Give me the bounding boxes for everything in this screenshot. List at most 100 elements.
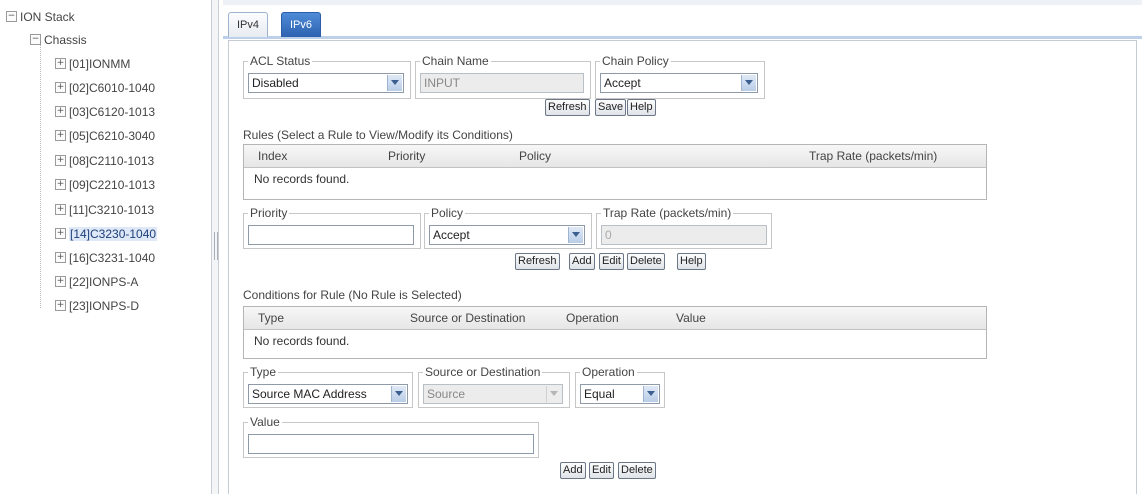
expand-icon[interactable]: + — [55, 300, 66, 312]
conditions-edit-button[interactable]: Edit — [589, 462, 614, 479]
chevron-down-icon — [546, 386, 561, 402]
conditions-empty-message: No records found. — [254, 334, 350, 348]
expand-icon[interactable]: + — [55, 155, 66, 167]
rules-empty-message: No records found. — [254, 172, 350, 186]
rule-trap-rate-input: 0 — [601, 225, 767, 245]
rule-trap-rate-label: Trap Rate (packets/min) — [601, 206, 734, 220]
column-source-destination[interactable]: Source or Destination — [410, 307, 525, 329]
tree-item[interactable]: + [22]IONPS-A — [55, 273, 138, 289]
rule-policy-label: Policy — [429, 206, 466, 220]
condition-value-label: Value — [248, 415, 282, 429]
acl-help-button[interactable]: Help — [627, 99, 656, 116]
rules-delete-button[interactable]: Delete — [627, 253, 665, 270]
condition-operation-select[interactable]: Equal — [580, 384, 660, 404]
tree-node-chassis[interactable]: − Chassis — [30, 31, 87, 47]
expand-icon[interactable]: + — [55, 252, 66, 264]
rule-policy-value: Accept — [433, 228, 470, 242]
expand-icon[interactable]: + — [55, 130, 66, 142]
chain-name-label: Chain Name — [420, 54, 491, 68]
rules-add-button[interactable]: Add — [569, 253, 595, 270]
column-index[interactable]: Index — [258, 145, 287, 167]
expand-icon[interactable]: + — [55, 228, 66, 240]
column-policy[interactable]: Policy — [519, 145, 551, 167]
rules-help-button[interactable]: Help — [677, 253, 706, 270]
expand-icon[interactable]: + — [55, 204, 66, 216]
column-trap-rate[interactable]: Trap Rate (packets/min) — [809, 145, 937, 167]
collapse-icon[interactable]: − — [30, 34, 41, 46]
conditions-table[interactable]: Type Source or Destination Operation Val… — [243, 306, 987, 359]
rule-trap-rate-group: Trap Rate (packets/min) 0 — [596, 206, 772, 249]
rules-edit-button[interactable]: Edit — [599, 253, 624, 270]
top-strip — [223, 0, 1142, 5]
tree-item-label: [01]IONMM — [69, 56, 131, 71]
column-value[interactable]: Value — [676, 307, 706, 329]
rules-table[interactable]: Index Priority Policy Trap Rate (packets… — [243, 144, 987, 200]
tree-item[interactable]: + [23]IONPS-D — [55, 297, 139, 313]
tab-ipv6[interactable]: IPv6 — [281, 12, 322, 37]
acl-save-button[interactable]: Save — [595, 99, 627, 116]
conditions-delete-button[interactable]: Delete — [618, 462, 656, 479]
chain-name-group: Chain Name INPUT — [415, 54, 591, 99]
tree-connector — [40, 45, 41, 308]
condition-src-dst-label: Source or Destination — [423, 365, 543, 379]
tree-item-label: [08]C2110-1013 — [69, 153, 155, 168]
tab-strip: IPv4 IPv6 — [223, 8, 1142, 39]
tree-item[interactable]: + [09]C2210-1013 — [55, 176, 155, 192]
acl-content: ACL Status Disabled Chain Name INPUT Cha… — [228, 40, 1137, 494]
rules-title: Rules (Select a Rule to View/Modify its … — [243, 128, 513, 142]
chain-policy-label: Chain Policy — [600, 54, 671, 68]
rule-policy-select[interactable]: Accept — [429, 225, 585, 245]
expand-icon[interactable]: + — [55, 106, 66, 118]
tree-item-label: [22]IONPS-A — [69, 274, 139, 289]
chain-policy-select[interactable]: Accept — [600, 73, 758, 93]
chevron-down-icon — [568, 227, 583, 243]
tree-item[interactable]: + [05]C6210-3040 — [55, 127, 155, 143]
condition-operation-label: Operation — [580, 365, 637, 379]
tree-item[interactable]: + [01]IONMM — [55, 55, 130, 71]
tree-item[interactable]: + [03]C6120-1013 — [55, 103, 155, 119]
conditions-add-button[interactable]: Add — [560, 462, 586, 479]
tree-item[interactable]: + [16]C3231-1040 — [55, 249, 155, 265]
chain-name-value: INPUT — [424, 76, 460, 90]
tree-node-label: ION Stack — [20, 9, 75, 24]
device-tree: − ION Stack − Chassis + [01]IONMM + [02]C601… — [0, 0, 210, 494]
column-priority[interactable]: Priority — [388, 145, 425, 167]
tree-item[interactable]: + [02]C6010-1040 — [55, 79, 155, 95]
tree-node-label: Chassis — [44, 32, 87, 47]
condition-operation-group: Operation Equal — [575, 365, 665, 408]
expand-icon[interactable]: + — [55, 276, 66, 288]
expand-icon[interactable]: + — [55, 82, 66, 94]
expand-icon[interactable]: + — [55, 179, 66, 191]
tree-item-label: [14]C3230-1040 — [69, 226, 158, 241]
chevron-down-icon — [741, 75, 756, 91]
condition-type-value: Source MAC Address — [252, 387, 367, 401]
tree-item[interactable]: + [08]C2110-1013 — [55, 152, 154, 168]
tree-item-selected[interactable]: + [14]C3230-1040 — [55, 225, 158, 241]
column-type[interactable]: Type — [258, 307, 284, 329]
collapse-icon[interactable]: − — [6, 11, 17, 23]
rules-refresh-button[interactable]: Refresh — [515, 253, 560, 270]
rules-table-header: Index Priority Policy Trap Rate (packets… — [244, 145, 986, 168]
tree-node-ion-stack[interactable]: − ION Stack — [6, 8, 75, 24]
condition-value-input[interactable] — [248, 434, 534, 454]
acl-refresh-button[interactable]: Refresh — [545, 99, 590, 116]
acl-status-value: Disabled — [252, 76, 299, 90]
tree-item-label: [03]C6120-1013 — [69, 104, 156, 119]
chain-policy-group: Chain Policy Accept — [595, 54, 765, 99]
tree-item[interactable]: + [11]C3210-1013 — [55, 201, 154, 217]
chain-name-field: INPUT — [420, 73, 584, 93]
conditions-table-header: Type Source or Destination Operation Val… — [244, 307, 986, 330]
chevron-down-icon — [643, 386, 658, 402]
condition-src-dst-group: Source or Destination Source — [418, 365, 570, 408]
panel-splitter[interactable] — [211, 0, 219, 494]
tree-item-label: [11]C3210-1013 — [69, 202, 155, 217]
expand-icon[interactable]: + — [55, 58, 66, 70]
rule-priority-input[interactable] — [248, 225, 414, 245]
splitter-grip-icon[interactable] — [214, 232, 218, 260]
tab-ipv4[interactable]: IPv4 — [228, 12, 269, 37]
conditions-title: Conditions for Rule (No Rule is Selected… — [243, 288, 462, 302]
column-operation[interactable]: Operation — [566, 307, 619, 329]
acl-status-select[interactable]: Disabled — [248, 73, 404, 93]
condition-type-label: Type — [248, 365, 279, 379]
condition-type-select[interactable]: Source MAC Address — [248, 384, 408, 404]
